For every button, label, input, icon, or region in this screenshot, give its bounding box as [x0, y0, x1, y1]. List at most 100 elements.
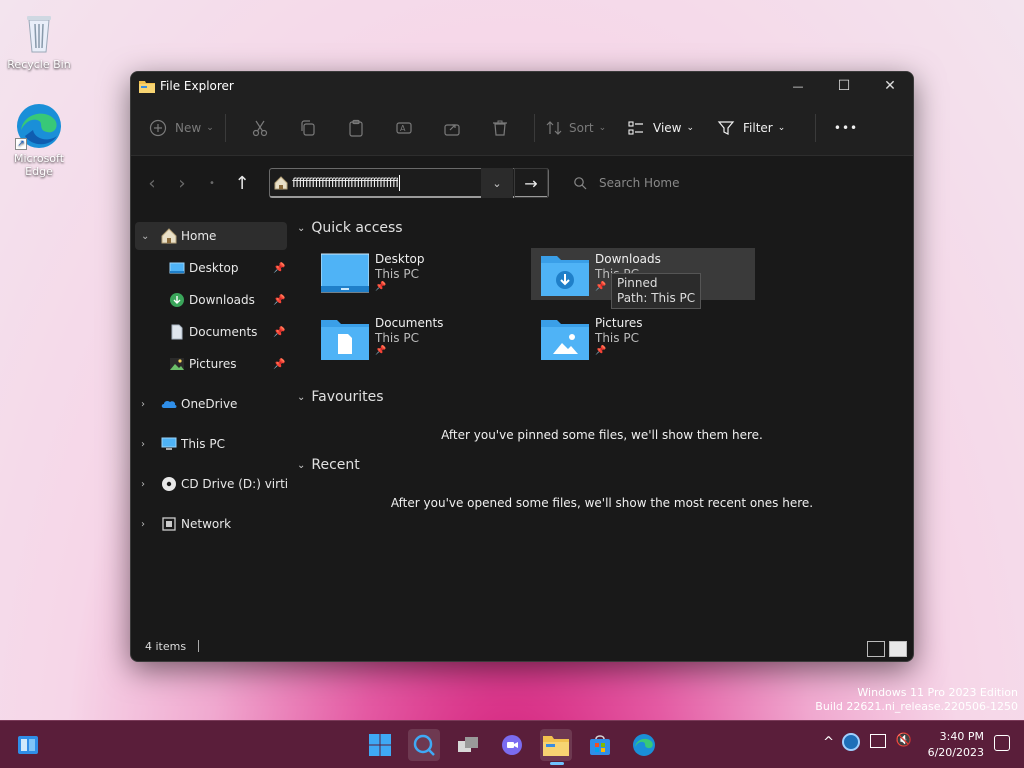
edge-icon — [633, 734, 655, 756]
sidebar-item-onedrive[interactable]: › OneDrive — [131, 390, 291, 418]
go-button[interactable]: → — [514, 168, 548, 198]
widgets-icon — [18, 736, 38, 754]
chevron-right-icon[interactable]: › — [141, 519, 145, 530]
section-quick-access[interactable]: ⌄ Quick access — [297, 220, 403, 236]
chevron-up-icon[interactable]: ^ — [823, 735, 834, 750]
recent-locations-button[interactable]: • — [197, 169, 227, 197]
filter-button[interactable]: Filter ⌄ — [717, 112, 805, 144]
sidebar-item-cd-drive[interactable]: › CD Drive (D:) virtio-win — [131, 470, 291, 498]
search-box[interactable]: Search Home — [563, 168, 906, 198]
section-recent[interactable]: ⌄ Recent — [297, 457, 360, 473]
window-title: File Explorer — [160, 79, 234, 93]
paste-button[interactable] — [332, 112, 380, 144]
network-icon[interactable] — [870, 734, 886, 748]
delete-button[interactable] — [476, 112, 524, 144]
active-indicator — [550, 762, 564, 765]
task-view-button[interactable] — [452, 729, 484, 761]
tile-desktop[interactable]: Desktop This PC 📌 — [311, 248, 535, 300]
sidebar-item-label: CD Drive (D:) virtio-win — [181, 477, 287, 491]
filter-label: Filter — [743, 120, 773, 135]
notification-icon[interactable] — [994, 735, 1010, 751]
chevron-expanded-icon[interactable]: ⌄ — [141, 231, 149, 242]
chevron-right-icon[interactable]: › — [141, 479, 145, 490]
text-caret — [399, 174, 401, 191]
tile-documents[interactable]: Documents This PC 📌 — [311, 312, 535, 364]
rename-button[interactable]: A — [380, 112, 428, 144]
chevron-expanded-icon: ⌄ — [297, 459, 306, 471]
forward-button[interactable]: › — [167, 169, 197, 197]
title-bar[interactable]: File Explorer — ☐ ✕ — [131, 72, 913, 100]
sidebar-item-documents[interactable]: Documents 📌 — [131, 318, 291, 346]
tiles-view-button[interactable] — [889, 641, 907, 657]
tile-pictures[interactable]: Pictures This PC 📌 — [531, 312, 755, 364]
tray-app-icon[interactable] — [842, 733, 860, 751]
back-button[interactable]: ‹ — [137, 169, 167, 197]
chevron-down-icon: ⌄ — [598, 122, 607, 133]
dot-icon: • — [209, 177, 215, 189]
sidebar-item-desktop[interactable]: Desktop 📌 — [131, 254, 291, 282]
divider — [225, 113, 226, 142]
desktop-icon-recycle-bin[interactable]: Recycle Bin — [3, 8, 75, 71]
sidebar-item-this-pc[interactable]: › This PC — [131, 430, 291, 458]
chevron-right-icon[interactable]: › — [141, 439, 145, 450]
minimize-button[interactable]: — — [775, 72, 821, 100]
search-button[interactable] — [408, 729, 440, 761]
recent-empty-message: After you've opened some files, we'll sh… — [390, 496, 814, 510]
divider — [198, 640, 200, 652]
chat-button[interactable] — [496, 729, 528, 761]
desktop-icon-label: Microsoft Edge — [13, 152, 65, 178]
share-icon — [444, 123, 460, 136]
desktop-icon-edge[interactable]: ↗ Microsoft Edge — [3, 102, 75, 178]
up-button[interactable]: ↑ — [227, 169, 257, 197]
file-explorer-taskbar-button[interactable] — [540, 729, 572, 765]
content-pane: ⌄ Quick access Desktop This PC 📌 Downloa… — [291, 212, 913, 631]
network-icon — [161, 516, 177, 532]
edge-taskbar-button[interactable] — [628, 729, 660, 761]
chevron-down-icon: ⌄ — [686, 122, 695, 133]
plus-circle-icon — [149, 119, 167, 136]
widgets-button[interactable] — [12, 729, 44, 761]
close-button[interactable]: ✕ — [867, 72, 913, 100]
address-history-dropdown[interactable]: ⌄ — [481, 168, 513, 198]
volume-muted-icon[interactable]: 🔇 — [896, 733, 912, 748]
chevron-down-icon: ⌄ — [492, 176, 502, 190]
view-button[interactable]: View ⌄ — [627, 112, 717, 144]
sidebar-item-label: Home — [181, 229, 217, 243]
download-icon — [169, 292, 185, 308]
desktop-icon — [169, 260, 185, 276]
cut-button[interactable] — [236, 112, 284, 144]
pin-icon: 📌 — [273, 358, 286, 370]
store-icon — [590, 735, 610, 755]
section-heading: Favourites — [311, 389, 384, 405]
maximize-icon: ☐ — [837, 78, 851, 94]
sort-button[interactable]: Sort ⌄ — [545, 112, 621, 144]
section-heading: Recent — [311, 457, 360, 473]
task-view-icon — [458, 737, 478, 752]
sidebar-item-pictures[interactable]: Pictures 📌 — [131, 350, 291, 378]
clock[interactable]: 3:40 PM 6/20/2023 — [928, 729, 984, 761]
chat-icon — [502, 735, 522, 755]
sidebar-item-home[interactable]: ⌄ Home — [135, 222, 287, 250]
section-favourites[interactable]: ⌄ Favourites — [297, 389, 384, 405]
details-view-button[interactable] — [867, 641, 885, 657]
copy-button[interactable] — [284, 112, 332, 144]
pin-icon: 📌 — [273, 262, 286, 274]
chevron-right-icon[interactable]: › — [141, 399, 145, 410]
view-label: View — [653, 120, 682, 135]
new-button[interactable]: New ⌄ — [149, 112, 215, 144]
start-button[interactable] — [364, 729, 396, 761]
maximize-button[interactable]: ☐ — [821, 72, 867, 100]
pinned-tooltip: Pinned Path: This PC — [611, 273, 702, 309]
store-button[interactable] — [584, 729, 616, 761]
trash-icon — [493, 120, 507, 136]
navigation-pane: ⌄ Home Desktop 📌 Downloads 📌 Documents 📌… — [131, 212, 291, 631]
clock-date: 6/20/2023 — [927, 746, 984, 759]
more-options-button[interactable]: ••• — [826, 112, 866, 144]
arrow-left-icon: ‹ — [148, 172, 156, 194]
desktop-folder-icon — [320, 252, 370, 296]
sidebar-item-downloads[interactable]: Downloads 📌 — [131, 286, 291, 314]
filter-icon — [717, 120, 735, 135]
share-button[interactable] — [428, 112, 476, 144]
sidebar-item-network[interactable]: › Network — [131, 510, 291, 538]
address-input[interactable]: fffffffffffffffffffffffffffffffff — [292, 176, 398, 190]
